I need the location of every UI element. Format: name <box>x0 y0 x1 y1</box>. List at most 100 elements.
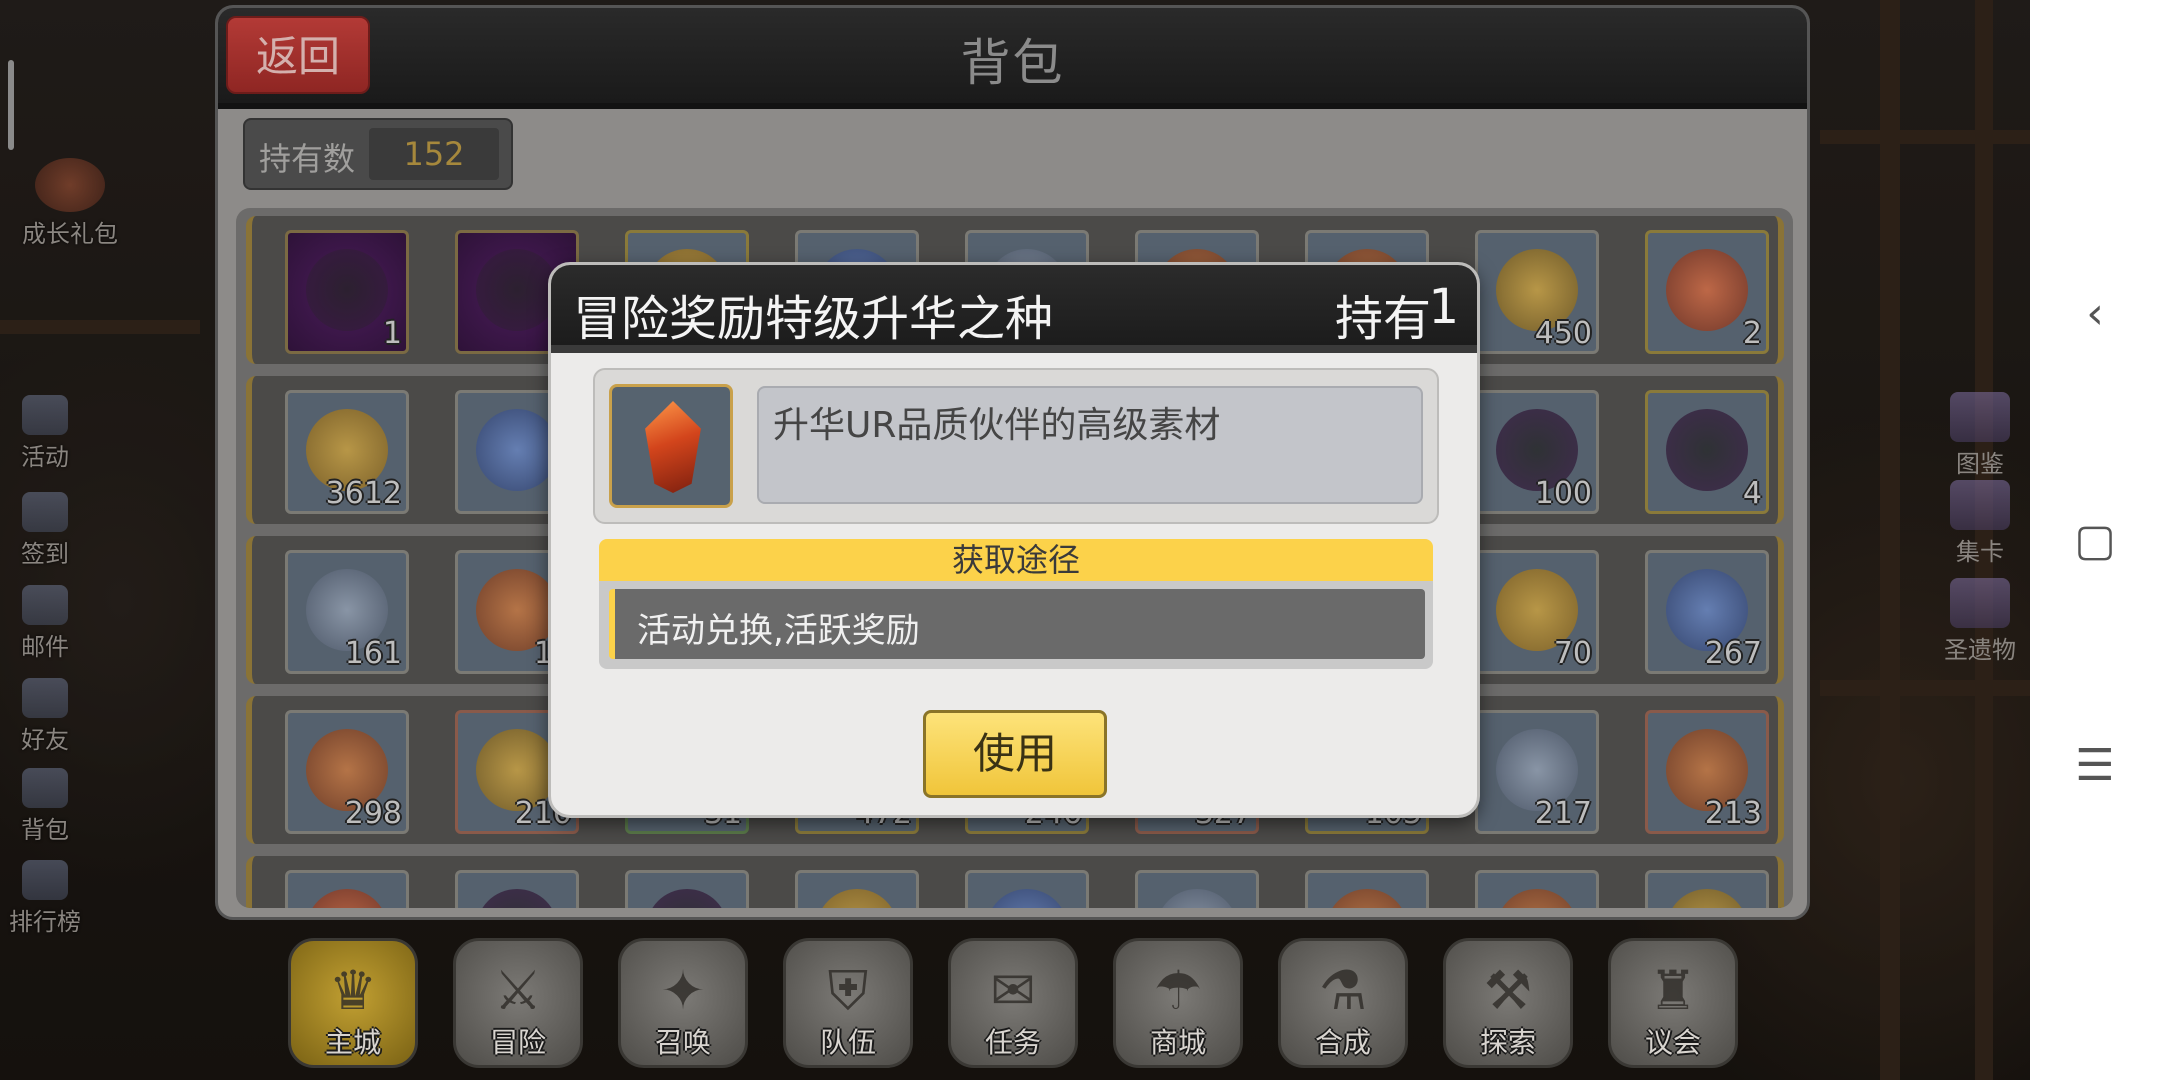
owned-label: 持有 <box>1334 291 1431 347</box>
scroll-indicator <box>8 60 14 150</box>
item-slot[interactable]: 161 <box>285 550 409 674</box>
side-checkin[interactable]: 签到 <box>0 492 90 569</box>
item-art <box>1666 249 1748 331</box>
item-slot[interactable] <box>1135 870 1259 908</box>
item-slot[interactable]: 1 <box>285 230 409 354</box>
nav-label: 队伍 <box>819 1026 876 1059</box>
side-ranking[interactable]: 排行榜 <box>0 860 90 937</box>
item-quantity: 217 <box>1534 796 1592 831</box>
checkin-icon <box>22 492 68 532</box>
seed-gem-icon <box>609 384 733 508</box>
craft-flask-icon: ⚗ <box>1318 959 1368 1022</box>
item-quantity: 2 <box>1742 316 1762 351</box>
nav-shop[interactable]: ☂ 商城 <box>1113 938 1243 1068</box>
side-label: 好友 <box>21 726 69 754</box>
item-art <box>816 889 898 908</box>
nav-label: 议会 <box>1644 1026 1701 1059</box>
side-label: 签到 <box>21 540 69 568</box>
nav-adventure[interactable]: ⚔ 冒险 <box>453 938 583 1068</box>
nav-quests[interactable]: ✉ 任务 <box>948 938 1078 1068</box>
item-slot[interactable] <box>625 870 749 908</box>
item-count-box: 持有数 152 <box>243 118 513 190</box>
side-label: 成长礼包 <box>22 220 118 248</box>
item-slot[interactable]: 450 <box>1475 230 1599 354</box>
source-item[interactable]: 活动兑换,活跃奖励 <box>609 589 1425 659</box>
nav-label: 合成 <box>1314 1026 1371 1059</box>
item-quantity: 4 <box>1742 476 1762 511</box>
explore-icon: ⚒ <box>1483 959 1533 1022</box>
nav-council[interactable]: ♜ 议会 <box>1608 938 1738 1068</box>
nav-summon[interactable]: ✦ 召唤 <box>618 938 748 1068</box>
item-slot[interactable] <box>1645 870 1769 908</box>
nav-label: 探索 <box>1479 1026 1536 1059</box>
item-slot[interactable]: 3612 <box>285 390 409 514</box>
side-label: 邮件 <box>21 633 69 661</box>
menu-icon[interactable]: ☰ <box>2030 740 2160 791</box>
nav-label: 主城 <box>324 1026 381 1059</box>
side-activity[interactable]: 活动 <box>0 395 90 472</box>
item-slot[interactable] <box>455 870 579 908</box>
home-icon[interactable]: ▢ <box>2030 515 2160 566</box>
shop-icon: ☂ <box>1153 959 1203 1022</box>
item-description-box: 升华UR品质伙伴的高级素材 <box>757 386 1423 504</box>
ranking-icon <box>22 860 68 900</box>
crossed-swords-icon: ⚔ <box>493 959 543 1022</box>
item-quantity: 450 <box>1534 316 1592 351</box>
side-bag[interactable]: 背包 <box>0 768 90 845</box>
item-quantity: 267 <box>1704 636 1762 671</box>
friends-icon <box>22 678 68 718</box>
item-slot[interactable] <box>1305 870 1429 908</box>
item-art <box>1666 409 1748 491</box>
quest-book-icon: ✉ <box>990 959 1036 1022</box>
item-slot[interactable]: 267 <box>1645 550 1769 674</box>
use-button[interactable]: 使用 <box>923 710 1107 798</box>
item-slot[interactable]: 2 <box>1645 230 1769 354</box>
item-detail-dialog: 冒险奖励特级升华之种 持有 1 升华UR品质伙伴的高级素材 获取途径 活动兑换,… <box>548 262 1480 818</box>
side-growth-pack[interactable]: 成长礼包 <box>0 158 140 249</box>
nav-label: 冒险 <box>489 1026 546 1059</box>
nav-main-city[interactable]: ♛ 主城 <box>288 938 418 1068</box>
item-art <box>1156 889 1238 908</box>
item-art <box>646 889 728 908</box>
item-slot[interactable]: 217 <box>1475 710 1599 834</box>
item-slot[interactable]: 4 <box>1645 390 1769 514</box>
relic-icon <box>1950 578 2010 628</box>
item-slot[interactable] <box>965 870 1089 908</box>
item-art <box>306 249 388 331</box>
item-art <box>476 249 558 331</box>
item-quantity: 298 <box>344 796 402 831</box>
nav-explore[interactable]: ⚒ 探索 <box>1443 938 1573 1068</box>
nav-label: 召唤 <box>654 1026 711 1059</box>
item-info-box: 升华UR品质伙伴的高级素材 <box>593 368 1439 524</box>
nav-team[interactable]: ⛨ 队伍 <box>783 938 913 1068</box>
item-slot[interactable]: 100 <box>1475 390 1599 514</box>
source-text: 活动兑换,活跃奖励 <box>637 611 920 651</box>
item-art <box>476 889 558 908</box>
side-friends[interactable]: 好友 <box>0 678 90 755</box>
item-quantity: 213 <box>1704 796 1762 831</box>
side-card-collection[interactable]: 集卡 <box>1935 480 2025 567</box>
team-crest-icon: ⛨ <box>827 959 869 1022</box>
item-slot[interactable]: 213 <box>1645 710 1769 834</box>
item-art <box>986 889 1068 908</box>
source-header: 获取途径 <box>599 539 1433 581</box>
side-mail[interactable]: 邮件 <box>0 585 90 662</box>
nav-craft[interactable]: ⚗ 合成 <box>1278 938 1408 1068</box>
item-slot[interactable] <box>1475 870 1599 908</box>
item-quantity: 70 <box>1553 636 1592 671</box>
side-codex[interactable]: 图鉴 <box>1935 392 2025 479</box>
mail-icon <box>22 585 68 625</box>
item-description: 升华UR品质伙伴的高级素材 <box>773 405 1221 446</box>
item-slot[interactable] <box>795 870 919 908</box>
item-quantity: 161 <box>344 636 402 671</box>
side-relics[interactable]: 圣遗物 <box>1935 578 2025 665</box>
item-count-value: 152 <box>369 128 499 180</box>
item-slot[interactable]: 70 <box>1475 550 1599 674</box>
back-icon[interactable]: ‹ <box>2030 288 2160 339</box>
council-icon: ♜ <box>1648 959 1698 1022</box>
item-slot[interactable]: 298 <box>285 710 409 834</box>
side-label: 背包 <box>21 816 69 844</box>
item-slot[interactable] <box>285 870 409 908</box>
item-count-label: 持有数 <box>259 140 356 178</box>
item-quantity: 3612 <box>325 476 402 511</box>
